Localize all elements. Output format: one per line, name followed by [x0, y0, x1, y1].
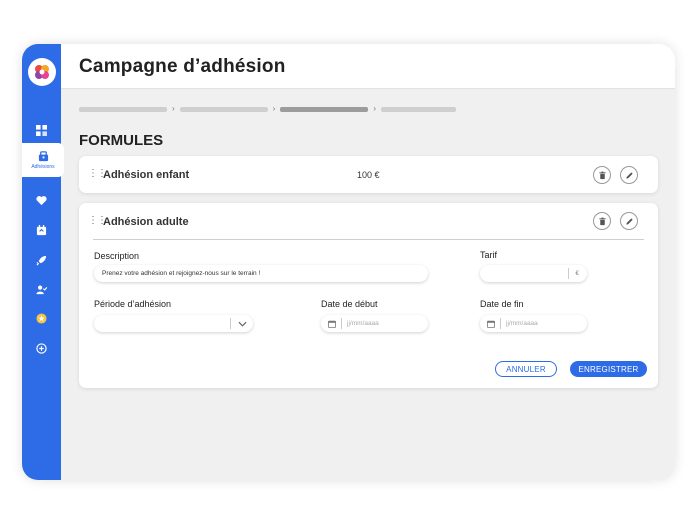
formule-name: Adhésion enfant [103, 169, 190, 181]
logo-icon [35, 65, 49, 79]
trash-icon [598, 171, 606, 179]
breadcrumb: › › › [79, 104, 457, 113]
save-button[interactable]: ENREGISTRER [570, 361, 647, 377]
rocket-icon [36, 255, 47, 265]
date-fin-placeholder: jj/mm/aaaa [506, 320, 538, 327]
nav-dons[interactable] [22, 188, 61, 212]
formule-name: Adhésion adulte [103, 216, 189, 228]
breadcrumb-step-2[interactable] [179, 106, 268, 112]
chevron-right-icon: › [172, 104, 175, 113]
badge-icon [36, 312, 47, 324]
nav-badge[interactable] [22, 306, 61, 330]
date-debut-label: Date de début [321, 299, 378, 309]
app-logo[interactable] [28, 58, 56, 86]
nav-campagnes[interactable] [22, 248, 61, 272]
periode-select[interactable] [94, 315, 253, 332]
nav-adhesions[interactable]: Adhésions [22, 143, 64, 177]
trash-icon [598, 217, 606, 225]
chevron-down-icon [238, 321, 247, 327]
section-title: FORMULES [79, 132, 164, 149]
formule-card-enfant: ⋮⋮ Adhésion enfant 100 € [79, 156, 658, 193]
edit-button[interactable] [620, 166, 638, 184]
tarif-input[interactable]: € [480, 265, 587, 282]
sidebar: Adhésions [22, 44, 64, 480]
date-fin-input[interactable]: jj/mm/aaaa [480, 315, 587, 332]
currency-symbol: € [575, 270, 579, 277]
pencil-icon [625, 217, 633, 225]
calendar-icon [36, 224, 47, 235]
cancel-button[interactable]: ANNULER [495, 361, 557, 377]
calendar-icon [487, 320, 495, 328]
edit-button[interactable] [620, 212, 638, 230]
field-separator [230, 318, 231, 329]
breadcrumb-step-4[interactable] [381, 106, 457, 112]
delete-button[interactable] [593, 212, 611, 230]
adhesions-icon [38, 150, 48, 161]
users-icon [36, 285, 47, 294]
date-debut-input[interactable]: jj/mm/aaaa [321, 315, 428, 332]
page-title: Campagne d’adhésion [79, 56, 286, 77]
heart-icon [36, 195, 47, 205]
page-header: Campagne d’adhésion [61, 44, 675, 89]
card-divider [93, 239, 644, 240]
description-value: Prenez votre adhésion et rejoignez-nous … [102, 270, 261, 277]
date-fin-label: Date de fin [480, 299, 524, 309]
formule-price: 100 € [357, 170, 380, 180]
pencil-icon [625, 171, 633, 179]
date-debut-placeholder: jj/mm/aaaa [347, 320, 379, 327]
formule-card-adulte: ⋮⋮ Adhésion adulte Description Prenez vo… [79, 203, 658, 388]
tarif-label: Tarif [480, 250, 498, 260]
description-label: Description [94, 251, 140, 261]
delete-button[interactable] [593, 166, 611, 184]
breadcrumb-step-3[interactable] [280, 106, 369, 112]
chevron-right-icon: › [373, 104, 377, 113]
app-window: Adhésions Campagne d’adhésion › › › FORM… [22, 44, 675, 480]
nav-dashboard[interactable] [22, 118, 61, 142]
periode-label: Période d’adhésion [94, 299, 172, 309]
chevron-right-icon: › [272, 104, 276, 113]
plus-circle-icon [36, 342, 47, 354]
nav-membres[interactable] [22, 277, 61, 301]
nav-evenements[interactable] [22, 218, 61, 242]
nav-adhesions-label: Adhésions [31, 163, 55, 170]
breadcrumb-step-1[interactable] [79, 106, 167, 112]
calendar-icon [328, 320, 336, 328]
description-input[interactable]: Prenez votre adhésion et rejoignez-nous … [94, 265, 428, 282]
nav-add[interactable] [22, 336, 61, 360]
dashboard-icon [36, 124, 47, 136]
